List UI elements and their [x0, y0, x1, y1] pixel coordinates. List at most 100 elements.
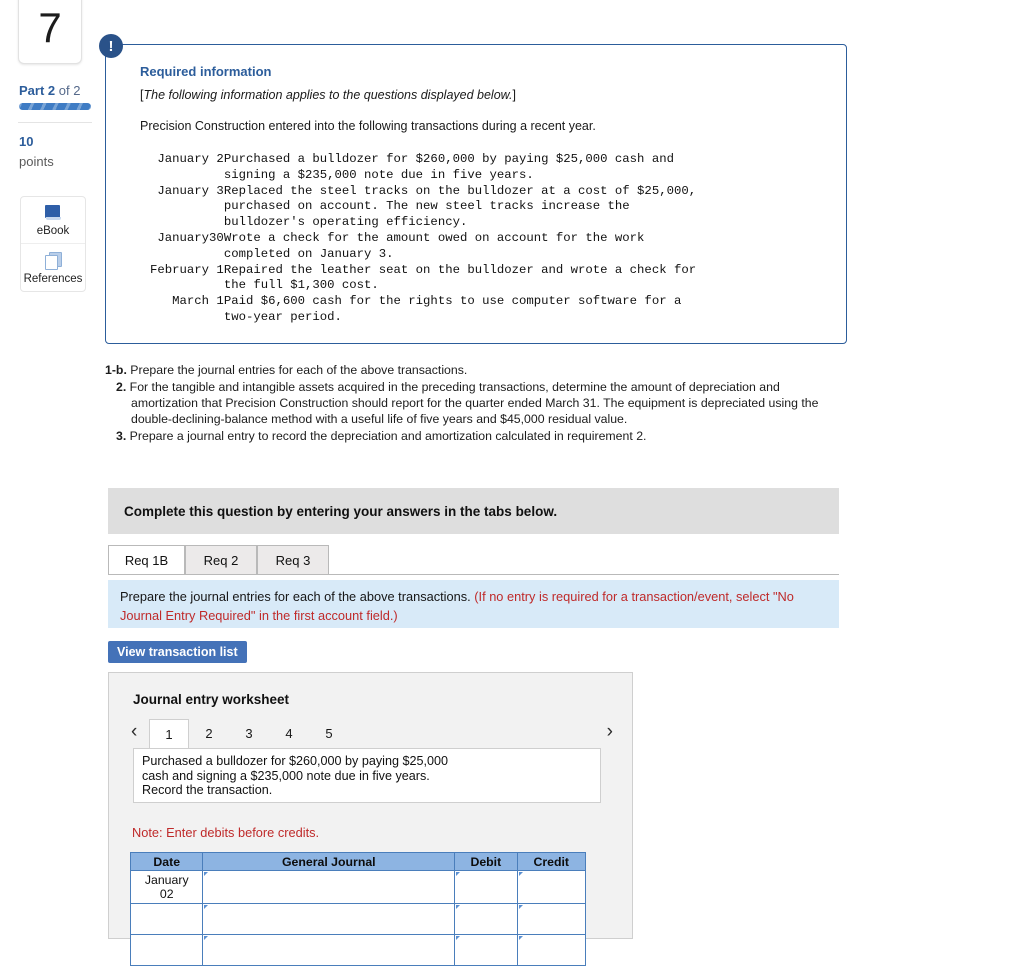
- tab-req-2-label: Req 2: [203, 553, 239, 568]
- transaction-day: 2: [216, 152, 224, 166]
- tab-req-2[interactable]: Req 2: [185, 545, 257, 575]
- transaction-day: 3: [216, 183, 224, 198]
- header-credit: Credit: [516, 852, 587, 871]
- requirement-3: 3. Prepare a journal entry to record the…: [105, 428, 845, 444]
- journal-table-header-row: Date General Journal Debit Credit: [129, 852, 587, 871]
- requirement-1b-number: 1-b.: [105, 363, 127, 377]
- transaction-month: February: [150, 262, 210, 277]
- transaction-day: 1: [216, 262, 224, 277]
- table-row: [129, 903, 587, 935]
- cell-date-day: 02: [159, 887, 174, 901]
- transaction-text: Repaired the leather seat on the bulldoz…: [223, 262, 697, 277]
- worksheet-page-4[interactable]: 4: [269, 719, 309, 748]
- ebook-button[interactable]: eBook: [21, 197, 85, 243]
- worksheet-page-label: 3: [245, 726, 253, 741]
- cell-date[interactable]: January 02: [129, 870, 204, 904]
- book-icon: [44, 205, 62, 220]
- cell-date[interactable]: [129, 903, 204, 935]
- requirement-2: 2. For the tangible and intangible asset…: [105, 379, 845, 427]
- cell-general-journal[interactable]: [202, 903, 456, 935]
- tab-req-3[interactable]: Req 3: [257, 545, 329, 575]
- cell-debit[interactable]: [454, 903, 518, 935]
- transaction-text: Replaced the steel tracks on the bulldoz…: [223, 183, 697, 198]
- chevron-left-icon[interactable]: ‹: [131, 721, 137, 743]
- transaction-month: January: [157, 152, 210, 166]
- points-number: 10: [19, 134, 34, 149]
- transaction-month: January: [157, 230, 210, 245]
- transaction-text: Paid $6,600 cash for the rights to use c…: [223, 294, 682, 309]
- view-transaction-list-button[interactable]: View transaction list: [108, 641, 247, 663]
- worksheet-pager: ‹ › 1 2 3 4 5: [131, 719, 613, 749]
- cell-credit[interactable]: [516, 934, 587, 966]
- table-row: January 02: [129, 870, 587, 904]
- requirement-tabs: Req 1B Req 2 Req 3: [108, 545, 839, 576]
- exercise-page: 7 Part 2 of 2 10 points eBook References…: [0, 0, 1024, 966]
- tool-panel: eBook References: [20, 196, 86, 292]
- copy-pages-icon: [44, 252, 62, 270]
- question-number-box: 7: [18, 0, 82, 64]
- references-button[interactable]: References: [21, 243, 85, 291]
- required-information-title: Required information: [140, 64, 272, 79]
- progress-stripes: [19, 103, 91, 110]
- worksheet-page-2[interactable]: 2: [189, 719, 229, 748]
- instruction-black: Prepare the journal entries for each of …: [120, 589, 475, 604]
- cell-date-month: January: [144, 873, 189, 887]
- transaction-month-blank: [150, 310, 209, 326]
- worksheet-page-1[interactable]: 1: [149, 719, 189, 749]
- tab-req-1b-label: Req 1B: [124, 553, 169, 568]
- worksheet-page-5[interactable]: 5: [309, 719, 349, 748]
- requirement-2-text: For the tangible and intangible assets a…: [126, 380, 819, 426]
- tab-req-3-label: Req 3: [275, 553, 311, 568]
- description-line-2: cash and signing a $235,000 note due in …: [142, 768, 430, 783]
- cell-credit[interactable]: [516, 903, 587, 935]
- complete-question-text: Complete this question by entering your …: [124, 503, 558, 519]
- transaction-month-blank: [150, 215, 209, 231]
- part-label-bold: Part 2: [19, 83, 56, 98]
- transaction-day: 1: [216, 294, 224, 309]
- transaction-line: bulldozer's operating efficiency.: [150, 215, 696, 231]
- transaction-text: Purchased a bulldozer for $260,000 by pa…: [223, 152, 674, 166]
- worksheet-page-label: 1: [165, 727, 173, 742]
- tabs-underline: [108, 574, 839, 575]
- cell-debit[interactable]: [454, 870, 518, 904]
- transaction-line: January 30 Wrote a check for the amount ow…: [150, 231, 696, 247]
- transaction-day-blank: [209, 310, 224, 326]
- requirement-1b: 1-b. Prepare the journal entries for eac…: [105, 362, 845, 378]
- points-label: points: [19, 154, 54, 169]
- part-progress-bar: [19, 103, 91, 110]
- worksheet-page-label: 4: [285, 726, 293, 741]
- question-number: 7: [38, 4, 62, 51]
- description-line-3: Record the transaction.: [142, 783, 273, 798]
- transaction-day-blank: [209, 215, 224, 231]
- transaction-line: completed on January 3.: [150, 247, 696, 263]
- worksheet-title: Journal entry worksheet: [133, 692, 290, 707]
- worksheet-page-label: 5: [325, 726, 333, 741]
- transaction-day-blank: [209, 278, 224, 294]
- cell-debit[interactable]: [454, 934, 518, 966]
- journal-entry-table: Date General Journal Debit Credit Januar…: [129, 852, 587, 966]
- debits-before-credits-note: Note: Enter debits before credits.: [132, 825, 320, 840]
- tab-req-1b[interactable]: Req 1B: [108, 545, 185, 576]
- transaction-line: February 1 Repaired the leather seat on th…: [150, 263, 696, 279]
- cell-date[interactable]: [129, 934, 204, 966]
- transaction-text: completed on January 3.: [223, 246, 394, 261]
- transaction-text: the full $1,300 cost.: [223, 278, 379, 293]
- cell-general-journal[interactable]: [202, 870, 456, 904]
- transaction-line: January 3 Replaced the steel tracks on the…: [150, 184, 696, 200]
- transaction-line: two-year period.: [150, 310, 696, 326]
- cell-credit[interactable]: [516, 870, 587, 904]
- instruction-text: Prepare the journal entries for each of …: [120, 587, 827, 625]
- chevron-right-icon[interactable]: ›: [607, 721, 613, 743]
- left-rail: 7 Part 2 of 2 10 points eBook References: [0, 0, 105, 939]
- subtitle-close: ]: [512, 88, 516, 102]
- requirement-2-number: 2.: [116, 380, 127, 394]
- required-information-subtitle: [The following information applies to th…: [140, 88, 516, 102]
- worksheet-page-label: 2: [205, 726, 213, 741]
- transaction-text: purchased on account. The new steel trac…: [223, 199, 630, 214]
- worksheet-page-3[interactable]: 3: [229, 719, 269, 748]
- cell-general-journal[interactable]: [202, 934, 456, 966]
- part-label-rest: of 2: [55, 83, 81, 98]
- transaction-month: January: [157, 183, 210, 198]
- transaction-day: 30: [209, 230, 224, 245]
- transaction-text: signing a $235,000 note due in five year…: [223, 167, 534, 182]
